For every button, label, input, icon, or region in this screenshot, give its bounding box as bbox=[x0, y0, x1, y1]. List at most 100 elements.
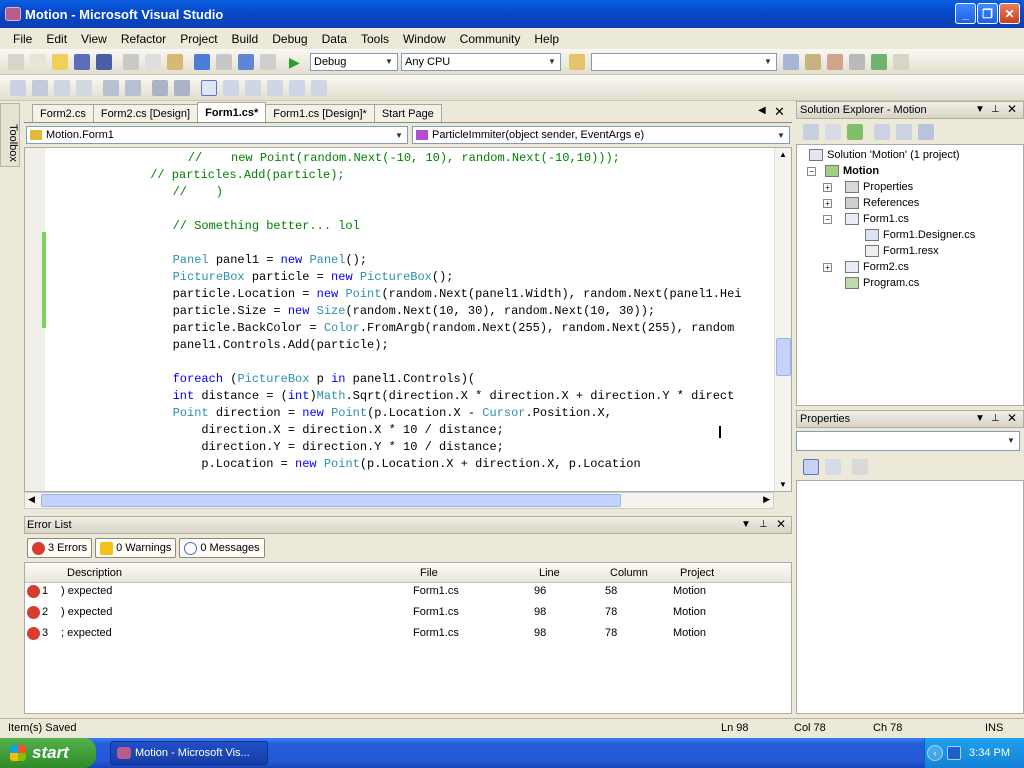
collapse-icon[interactable]: − bbox=[807, 167, 816, 176]
menu-edit[interactable]: Edit bbox=[39, 32, 74, 46]
solution-platform-select[interactable]: Any CPU ▼ bbox=[401, 52, 561, 71]
error-list-header[interactable]: Error List ▼ ⊥ ✕ bbox=[24, 516, 792, 534]
properties-icon[interactable] bbox=[803, 124, 819, 140]
cut-icon[interactable] bbox=[123, 53, 139, 70]
editor-vertical-scrollbar[interactable]: ▲ ▼ bbox=[774, 148, 791, 491]
column-header-column[interactable]: Column bbox=[610, 567, 648, 579]
menu-data[interactable]: Data bbox=[315, 32, 354, 46]
tree-node-references[interactable]: References bbox=[845, 195, 919, 211]
display-parameter-info-icon[interactable] bbox=[32, 79, 48, 96]
copy-icon[interactable] bbox=[145, 53, 161, 70]
solution-explorer-icon[interactable] bbox=[783, 53, 799, 70]
code-area[interactable]: // new Point(random.Next(-10, 10), rando… bbox=[47, 148, 773, 491]
clear-bookmarks-icon[interactable] bbox=[311, 79, 327, 96]
toggle-bookmark-icon[interactable] bbox=[201, 79, 217, 96]
window-position-icon[interactable]: ▼ bbox=[975, 104, 985, 115]
minimize-button[interactable]: _ bbox=[955, 3, 976, 24]
scroll-right-icon[interactable]: ▶ bbox=[763, 494, 770, 505]
properties-header[interactable]: Properties ▼ ⊥ ✕ bbox=[796, 410, 1024, 428]
categorized-icon[interactable] bbox=[803, 459, 819, 475]
maximize-button[interactable]: ❐ bbox=[977, 3, 998, 24]
add-item-icon[interactable] bbox=[30, 53, 46, 70]
property-pages-icon[interactable] bbox=[852, 459, 868, 475]
tree-node-program[interactable]: Program.cs bbox=[845, 275, 919, 291]
menu-refactor[interactable]: Refactor bbox=[114, 32, 173, 46]
tree-node-form1-designer[interactable]: Form1.Designer.cs bbox=[865, 227, 975, 243]
column-header-file[interactable]: File bbox=[420, 567, 438, 579]
tray-expand-icon[interactable]: ‹ bbox=[927, 745, 943, 761]
close-document-icon[interactable]: ✕ bbox=[774, 104, 785, 120]
toolbox-tab[interactable]: Toolbox bbox=[0, 103, 20, 167]
complete-word-icon[interactable] bbox=[76, 79, 92, 96]
alphabetical-icon[interactable] bbox=[825, 459, 841, 475]
column-header-description[interactable]: Description bbox=[67, 567, 122, 579]
tab-form1-cs[interactable]: Form1.cs* bbox=[197, 102, 267, 122]
paste-icon[interactable] bbox=[167, 53, 183, 70]
tab-form1-design[interactable]: Form1.cs [Design]* bbox=[265, 104, 375, 122]
members-dropdown[interactable]: ParticleImmiter(object sender, EventArgs… bbox=[412, 126, 790, 144]
expand-icon[interactable]: + bbox=[823, 183, 832, 192]
table-row[interactable]: 1 ) expected Form1.cs 96 58 Motion bbox=[25, 581, 791, 601]
tree-node-solution[interactable]: Solution 'Motion' (1 project) bbox=[809, 147, 960, 163]
display-quick-info-icon[interactable] bbox=[54, 79, 70, 96]
properties-window-icon[interactable] bbox=[805, 53, 821, 70]
messages-filter-button[interactable]: 0 Messages bbox=[179, 538, 265, 558]
save-all-icon[interactable] bbox=[96, 53, 112, 70]
close-pane-icon[interactable]: ✕ bbox=[776, 517, 786, 531]
expand-icon[interactable]: + bbox=[823, 199, 832, 208]
tab-start-page[interactable]: Start Page bbox=[373, 104, 442, 122]
menu-community[interactable]: Community bbox=[453, 32, 528, 46]
view-designer-icon[interactable] bbox=[896, 124, 912, 140]
auto-hide-pin-icon[interactable]: ⊥ bbox=[991, 413, 1000, 424]
auto-hide-pin-icon[interactable]: ⊥ bbox=[991, 104, 1000, 115]
tree-node-properties[interactable]: Properties bbox=[845, 179, 913, 195]
window-position-icon[interactable]: ▼ bbox=[741, 519, 751, 530]
tab-scroll-left-icon[interactable]: ◀ bbox=[758, 105, 766, 116]
menu-debug[interactable]: Debug bbox=[265, 32, 314, 46]
expand-icon[interactable]: + bbox=[823, 263, 832, 272]
taskbar-item-visual-studio[interactable]: Motion - Microsoft Vis... bbox=[110, 741, 268, 765]
editor-horizontal-scrollbar[interactable]: ◀ ▶ bbox=[24, 492, 774, 509]
errors-filter-button[interactable]: 3 Errors bbox=[27, 538, 93, 558]
tree-node-form1[interactable]: Form1.cs bbox=[845, 211, 909, 227]
menu-file[interactable]: File bbox=[6, 32, 39, 46]
scroll-up-icon[interactable]: ▲ bbox=[779, 150, 787, 159]
previous-bookmark-in-folder-icon[interactable] bbox=[267, 79, 283, 96]
column-header-project[interactable]: Project bbox=[680, 567, 714, 579]
refresh-icon[interactable] bbox=[847, 124, 863, 140]
types-dropdown[interactable]: Motion.Form1 ▼ bbox=[26, 126, 408, 144]
warnings-filter-button[interactable]: 0 Warnings bbox=[95, 538, 177, 558]
new-project-icon[interactable] bbox=[8, 53, 24, 70]
close-button[interactable]: ✕ bbox=[999, 3, 1020, 24]
redo-icon[interactable] bbox=[216, 53, 232, 70]
open-folder-icon[interactable] bbox=[52, 53, 68, 70]
view-class-diagram-icon[interactable] bbox=[918, 124, 934, 140]
display-object-member-list-icon[interactable] bbox=[10, 79, 26, 96]
decrease-indent-icon[interactable] bbox=[103, 79, 119, 96]
auto-hide-pin-icon[interactable]: ⊥ bbox=[759, 519, 768, 530]
show-all-files-icon[interactable] bbox=[825, 124, 841, 140]
next-bookmark-icon[interactable] bbox=[245, 79, 261, 96]
window-position-icon[interactable]: ▼ bbox=[975, 413, 985, 424]
clock[interactable]: 3:34 PM bbox=[969, 747, 1010, 759]
next-bookmark-in-folder-icon[interactable] bbox=[289, 79, 305, 96]
navigate-backward-icon[interactable] bbox=[238, 53, 254, 70]
column-header-line[interactable]: Line bbox=[539, 567, 560, 579]
horizontal-scroll-thumb[interactable] bbox=[41, 494, 621, 507]
menu-window[interactable]: Window bbox=[396, 32, 453, 46]
increase-indent-icon[interactable] bbox=[125, 79, 141, 96]
save-icon[interactable] bbox=[74, 53, 90, 70]
find-combo[interactable]: ▼ bbox=[591, 52, 777, 71]
code-editor[interactable]: // new Point(random.Next(-10, 10), rando… bbox=[24, 147, 792, 492]
find-in-files-icon[interactable] bbox=[569, 53, 585, 70]
network-icon[interactable] bbox=[947, 746, 961, 760]
tab-form2-design[interactable]: Form2.cs [Design] bbox=[92, 104, 199, 122]
navigate-forward-icon[interactable] bbox=[260, 53, 276, 70]
vertical-scroll-thumb[interactable] bbox=[776, 338, 791, 376]
comment-lines-icon[interactable] bbox=[152, 79, 168, 96]
scroll-down-icon[interactable]: ▼ bbox=[779, 480, 787, 489]
table-row[interactable]: 3 ; expected Form1.cs 98 78 Motion bbox=[25, 623, 791, 643]
close-pane-icon[interactable]: ✕ bbox=[1007, 411, 1017, 425]
close-pane-icon[interactable]: ✕ bbox=[1007, 102, 1017, 116]
menu-tools[interactable]: Tools bbox=[354, 32, 396, 46]
